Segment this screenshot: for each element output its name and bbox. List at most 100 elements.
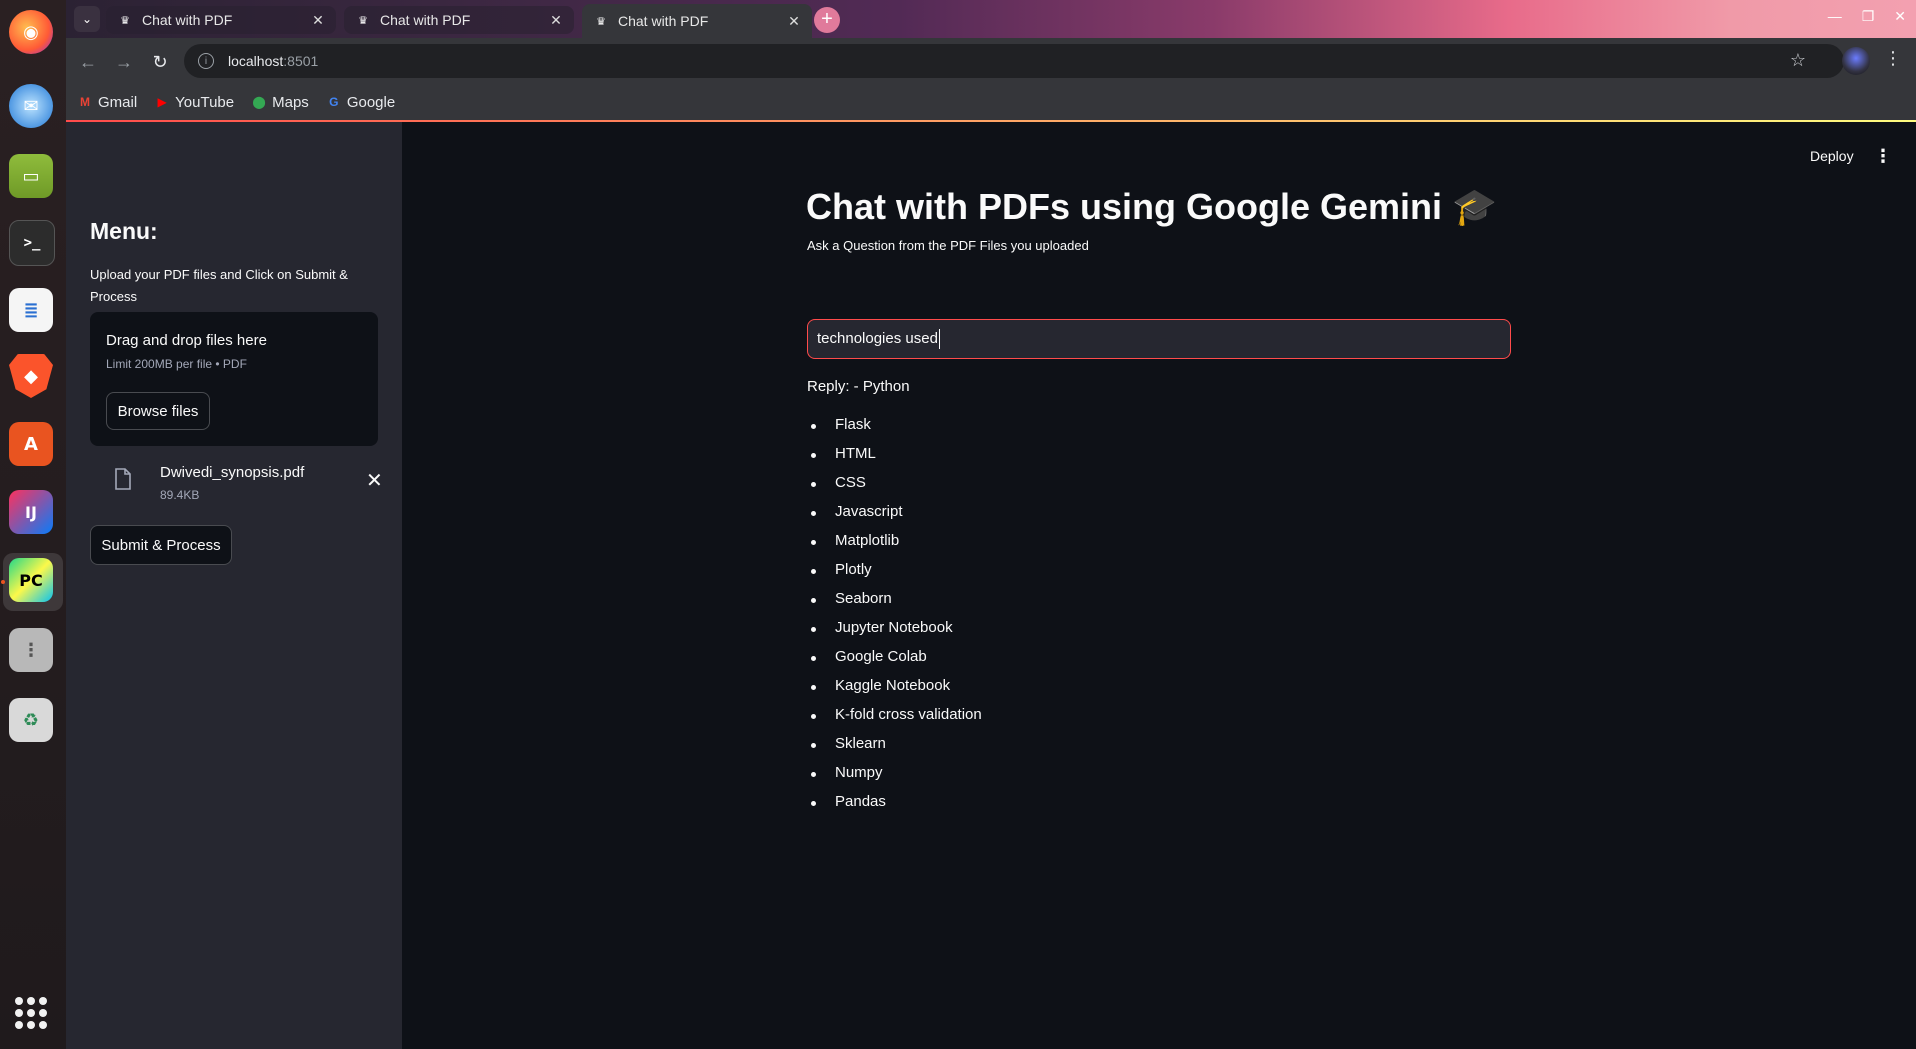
page-title: Chat with PDFs using Google Gemini 🎓 bbox=[806, 186, 1497, 227]
bookmark-label: YouTube bbox=[175, 93, 235, 111]
bookmark-youtube[interactable]: ▶ YouTube bbox=[155, 93, 235, 111]
firefox-icon[interactable]: ◉ bbox=[9, 10, 53, 54]
youtube-icon: ▶ bbox=[157, 95, 167, 109]
bullet-icon bbox=[811, 540, 816, 545]
app-center-icon[interactable]: A bbox=[9, 422, 53, 466]
text-cursor bbox=[939, 329, 940, 349]
reload-icon[interactable]: ↻ bbox=[146, 48, 174, 76]
reply-item-text: K-fold cross validation bbox=[835, 706, 982, 723]
app-menu-icon[interactable]: ⋮ bbox=[1874, 146, 1892, 167]
new-tab-button[interactable]: + bbox=[814, 7, 840, 33]
reply-item-text: Flask bbox=[835, 416, 871, 433]
address-bar[interactable]: i localhost:8501 bbox=[184, 44, 1844, 78]
reply-item-text: CSS bbox=[835, 474, 866, 491]
browser-tab[interactable]: ♛ Chat with PDF ✕ bbox=[344, 6, 574, 34]
ubuntu-dock: ◉ ✉ ▭ >_ ≣ ◆ A IJ PC ⋮ ♻ bbox=[0, 0, 66, 1049]
bookmark-maps[interactable]: ⬤ Maps bbox=[252, 93, 309, 111]
bookmark-gmail[interactable]: M Gmail bbox=[78, 94, 137, 111]
bullet-icon bbox=[811, 627, 816, 632]
bullet-icon bbox=[811, 772, 816, 777]
running-indicator bbox=[1, 580, 5, 584]
browser-window: ⌄ ♛ Chat with PDF ✕ ♛ Chat with PDF ✕ ♛ … bbox=[66, 0, 1916, 122]
streamlit-favicon-icon: ♛ bbox=[358, 14, 368, 27]
file-icon bbox=[115, 468, 131, 490]
browse-files-button[interactable]: Browse files bbox=[106, 392, 210, 430]
pycharm-icon[interactable]: PC bbox=[9, 558, 53, 602]
bullet-icon bbox=[811, 743, 816, 748]
thunderbird-icon[interactable]: ✉ bbox=[9, 84, 53, 128]
bullet-icon bbox=[811, 482, 816, 487]
bookmark-label: Maps bbox=[272, 93, 309, 111]
url-port: :8501 bbox=[283, 53, 319, 69]
reply-item-text: Kaggle Notebook bbox=[835, 677, 951, 694]
reply-item-text: Sklearn bbox=[835, 735, 886, 752]
settings-icon[interactable]: ⋮ bbox=[9, 628, 53, 672]
file-dropzone[interactable]: Drag and drop files here Limit 200MB per… bbox=[90, 312, 378, 446]
bullet-icon bbox=[811, 685, 816, 690]
question-label: Ask a Question from the PDF Files you up… bbox=[807, 238, 1089, 253]
close-tab-icon[interactable]: ✕ bbox=[546, 12, 566, 29]
profile-avatar[interactable] bbox=[1842, 47, 1870, 75]
uploaded-file-item: Dwivedi_synopsis.pdf 89.4KB ✕ bbox=[90, 458, 383, 508]
files-icon[interactable]: ▭ bbox=[9, 154, 53, 198]
reply-item-text: Pandas bbox=[835, 793, 886, 810]
close-tab-icon[interactable]: ✕ bbox=[784, 13, 804, 30]
close-tab-icon[interactable]: ✕ bbox=[308, 12, 328, 29]
reply-item-text: HTML bbox=[835, 445, 876, 462]
bullet-icon bbox=[811, 801, 816, 806]
maps-pin-icon: ⬤ bbox=[252, 95, 266, 109]
browser-tab-active[interactable]: ♛ Chat with PDF ✕ bbox=[582, 4, 812, 38]
reply-item-text: Plotly bbox=[835, 561, 872, 578]
tab-strip: ⌄ ♛ Chat with PDF ✕ ♛ Chat with PDF ✕ ♛ … bbox=[66, 0, 1916, 38]
submit-process-button[interactable]: Submit & Process bbox=[90, 525, 232, 565]
bookmark-google[interactable]: G Google bbox=[327, 94, 395, 111]
upload-instructions: Upload your PDF files and Click on Submi… bbox=[90, 267, 348, 304]
forward-icon[interactable]: → bbox=[110, 48, 138, 76]
browser-toolbar: ← → ↻ i localhost:8501 ☆ ⋮ bbox=[66, 38, 1916, 84]
uploaded-file-name: Dwivedi_synopsis.pdf bbox=[160, 464, 305, 481]
show-apps-icon[interactable] bbox=[15, 997, 47, 1029]
minimize-icon[interactable]: — bbox=[1828, 8, 1842, 25]
tab-title: Chat with PDF bbox=[380, 12, 471, 28]
bullet-icon bbox=[811, 424, 816, 429]
bullet-icon bbox=[811, 598, 816, 603]
bullet-icon bbox=[811, 569, 816, 574]
bullet-icon bbox=[811, 656, 816, 661]
sidebar-title: Menu: bbox=[90, 218, 158, 244]
tab-search-button[interactable]: ⌄ bbox=[74, 6, 100, 32]
bookmarks-bar: M Gmail ▶ YouTube ⬤ Maps G Google bbox=[66, 84, 1916, 120]
site-info-icon[interactable]: i bbox=[198, 53, 214, 69]
question-input-value: technologies used bbox=[817, 330, 938, 347]
maximize-icon[interactable]: ❐ bbox=[1862, 8, 1875, 25]
intellij-idea-icon[interactable]: IJ bbox=[9, 490, 53, 534]
dropzone-title: Drag and drop files here bbox=[106, 332, 267, 349]
brave-icon[interactable]: ◆ bbox=[9, 354, 53, 398]
sidebar: Menu: Upload your PDF files and Click on… bbox=[66, 122, 402, 1049]
window-controls: — ❐ ✕ bbox=[1828, 8, 1906, 25]
reply-item-text: Google Colab bbox=[835, 648, 927, 665]
google-icon: G bbox=[329, 95, 339, 109]
remove-file-icon[interactable]: ✕ bbox=[366, 468, 383, 493]
close-window-icon[interactable]: ✕ bbox=[1894, 8, 1906, 25]
terminal-icon[interactable]: >_ bbox=[9, 220, 55, 266]
back-icon[interactable]: ← bbox=[74, 48, 102, 76]
bookmark-label: Gmail bbox=[98, 93, 138, 111]
reply-item-text: Seaborn bbox=[835, 590, 892, 607]
browser-menu-icon[interactable]: ⋮ bbox=[1884, 48, 1902, 69]
bullet-icon bbox=[811, 511, 816, 516]
deploy-button[interactable]: Deploy bbox=[1810, 148, 1854, 164]
dropzone-limit: Limit 200MB per file • PDF bbox=[106, 357, 247, 371]
streamlit-favicon-icon: ♛ bbox=[596, 15, 606, 28]
browser-tab[interactable]: ♛ Chat with PDF ✕ bbox=[106, 6, 336, 34]
reply-item-text: Numpy bbox=[835, 764, 883, 781]
bookmark-star-icon[interactable]: ☆ bbox=[1790, 50, 1806, 71]
gmail-icon: M bbox=[80, 95, 90, 109]
bookmark-label: Google bbox=[346, 93, 396, 111]
reply-item-text: Jupyter Notebook bbox=[835, 619, 953, 636]
libreoffice-writer-icon[interactable]: ≣ bbox=[9, 288, 53, 332]
trash-icon[interactable]: ♻ bbox=[9, 698, 53, 742]
bullet-icon bbox=[811, 453, 816, 458]
question-input[interactable]: technologies used bbox=[807, 319, 1511, 359]
reply-item-text: Matplotlib bbox=[835, 532, 900, 549]
url-host: localhost bbox=[228, 53, 284, 69]
